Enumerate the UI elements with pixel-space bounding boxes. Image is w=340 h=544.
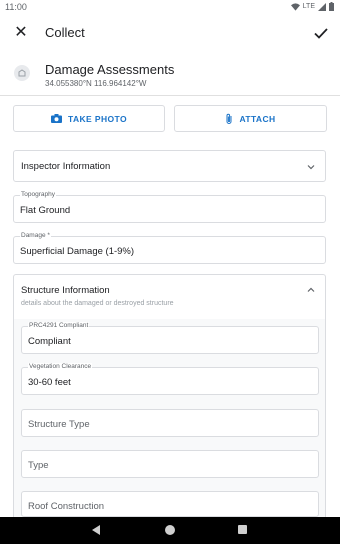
section-title: Inspector Information xyxy=(21,161,111,172)
status-icons: LTE xyxy=(290,2,334,11)
layer-coordinates: 34.055380°N 116.964142°W xyxy=(45,79,147,88)
structure-information-section: Structure Information details about the … xyxy=(13,274,326,525)
status-time: 11:00 xyxy=(5,2,27,12)
back-icon[interactable] xyxy=(92,525,100,535)
divider xyxy=(0,95,340,96)
section-title[interactable]: Structure Information xyxy=(21,285,110,296)
signal-icon xyxy=(318,2,326,11)
home-icon[interactable] xyxy=(165,525,175,535)
topography-field[interactable]: Topography Flat Ground xyxy=(13,191,326,223)
camera-icon xyxy=(51,114,63,123)
field-value: Compliant xyxy=(28,336,71,347)
close-icon[interactable]: ✕ xyxy=(12,24,30,42)
attach-button[interactable]: ATTACH xyxy=(174,105,327,132)
network-label: LTE xyxy=(302,3,315,10)
app-bar: ✕ Collect xyxy=(0,16,340,50)
inspector-information-section[interactable]: Inspector Information xyxy=(13,150,326,182)
field-value: Flat Ground xyxy=(20,205,71,216)
layer-header: Damage Assessments 34.055380°N 116.96414… xyxy=(0,55,340,95)
structure-type-field[interactable]: Structure Type xyxy=(21,409,319,437)
battery-icon xyxy=(329,2,334,11)
type-field[interactable]: Type xyxy=(21,450,319,478)
field-placeholder: Type xyxy=(28,460,49,471)
paperclip-icon xyxy=(226,113,232,124)
field-placeholder: Roof Construction xyxy=(28,501,105,512)
layer-icon xyxy=(14,65,30,81)
system-nav-bar xyxy=(0,517,340,544)
chevron-down-icon[interactable] xyxy=(306,162,316,172)
recents-icon[interactable] xyxy=(238,525,247,534)
field-label: Topography xyxy=(20,191,56,198)
field-value: Superficial Damage (1-9%) xyxy=(20,246,135,257)
field-label: Damage * xyxy=(20,232,51,239)
check-icon[interactable] xyxy=(312,24,330,42)
field-label: PRC4291 Compliant xyxy=(28,322,90,329)
page-title: Collect xyxy=(45,25,85,40)
field-value: 30-60 feet xyxy=(28,377,71,388)
take-photo-button[interactable]: TAKE PHOTO xyxy=(13,105,165,132)
take-photo-label: TAKE PHOTO xyxy=(68,113,127,124)
wifi-icon xyxy=(290,2,300,11)
layer-title: Damage Assessments xyxy=(45,62,175,77)
attach-label: ATTACH xyxy=(239,113,276,124)
section-description: details about the damaged or destroyed s… xyxy=(21,300,174,307)
chevron-up-icon[interactable] xyxy=(306,285,316,295)
field-label: Vegetation Clearance xyxy=(28,363,93,370)
prc4291-compliant-field[interactable]: PRC4291 Compliant Compliant xyxy=(21,322,319,354)
roof-construction-field[interactable]: Roof Construction xyxy=(21,491,319,517)
damage-field[interactable]: Damage * Superficial Damage (1-9%) xyxy=(13,232,326,264)
vegetation-clearance-field[interactable]: Vegetation Clearance 30-60 feet xyxy=(21,363,319,395)
status-bar: 11:00 LTE xyxy=(0,0,340,16)
field-placeholder: Structure Type xyxy=(28,419,90,430)
